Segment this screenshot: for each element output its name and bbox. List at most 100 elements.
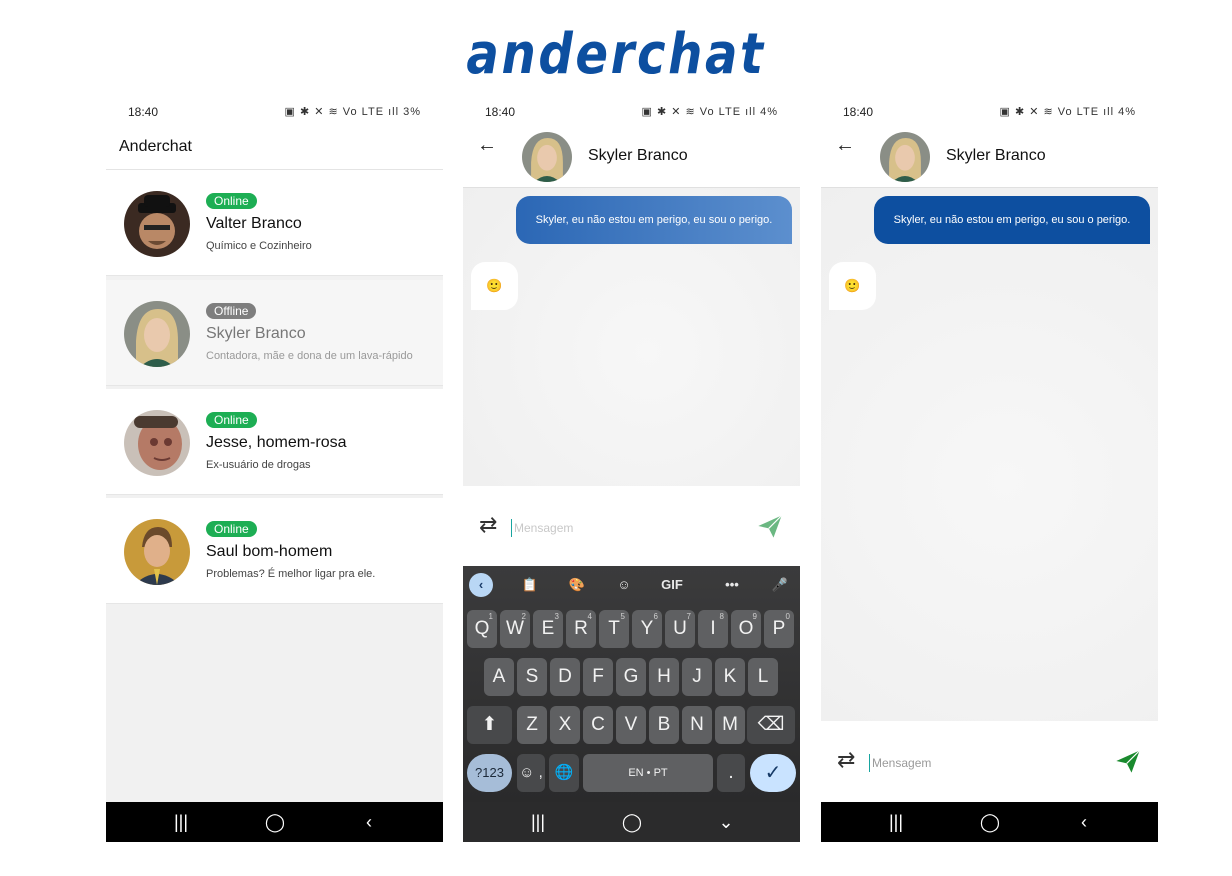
key-w[interactable]: W2	[500, 610, 530, 648]
contact-description: Problemas? É melhor ligar pra ele.	[206, 568, 376, 580]
clipboard-icon[interactable]: 📋	[517, 574, 543, 596]
shift-key[interactable]: ⬆	[467, 706, 512, 744]
key-z[interactable]: Z	[517, 706, 547, 744]
chat-contact-name: Skyler Branco	[946, 147, 1046, 164]
virtual-keyboard: ‹ 📋 🎨 ☺ GIF ••• 🎤 Q1W2E3R4T5Y6U7I8O9P0 A…	[463, 566, 800, 802]
key-n[interactable]: N	[682, 706, 712, 744]
key-i[interactable]: I8	[698, 610, 728, 648]
palette-icon[interactable]: 🎨	[564, 574, 590, 596]
key-l[interactable]: L	[748, 658, 778, 696]
space-key[interactable]: EN • PT	[583, 754, 713, 792]
period-key[interactable]: .	[717, 754, 745, 792]
backspace-key[interactable]: ⌫	[747, 706, 795, 744]
app-bar: Anderchat	[106, 130, 443, 170]
send-icon[interactable]	[756, 512, 784, 540]
message-input[interactable]	[511, 519, 741, 537]
more-icon[interactable]: •••	[719, 574, 745, 596]
key-k[interactable]: K	[715, 658, 745, 696]
key-p[interactable]: P0	[764, 610, 794, 648]
incoming-message: 🙂	[471, 262, 518, 310]
key-number-hint: 4	[587, 612, 592, 621]
contact-valter[interactable]: Online Valter Branco Químico e Cozinheir…	[106, 170, 443, 276]
collapse-toolbar-icon[interactable]: ‹	[469, 573, 493, 597]
gif-button[interactable]: GIF	[659, 574, 685, 596]
contact-name: Jesse, homem-rosa	[206, 434, 347, 451]
back-arrow-icon[interactable]: ←	[477, 134, 497, 157]
key-number-hint: 7	[686, 612, 691, 621]
status-time: 18:40	[128, 105, 159, 119]
sticker-icon[interactable]: ☺	[611, 574, 637, 596]
key-u[interactable]: U7	[665, 610, 695, 648]
key-t[interactable]: T5	[599, 610, 629, 648]
contact-description: Ex-usuário de drogas	[206, 459, 311, 471]
key-number-hint: 9	[752, 612, 757, 621]
key-a[interactable]: A	[484, 658, 514, 696]
contact-skyler[interactable]: Offline Skyler Branco Contadora, mãe e d…	[106, 280, 443, 386]
key-v[interactable]: V	[616, 706, 646, 744]
back-arrow-icon[interactable]: ←	[835, 134, 855, 157]
key-r[interactable]: R4	[566, 610, 596, 648]
status-bar: 18:40 ▣ ✱ ✕ ≋ Vo LTE ıll 4%	[463, 92, 800, 130]
status-icon-group: ▣ ✱ ✕ ≋ Vo LTE ıll	[641, 106, 757, 118]
recents-button[interactable]: |||	[881, 810, 911, 834]
phone-chat: 18:40 ▣ ✱ ✕ ≋ Vo LTE ıll 4% ← Skyler Bra…	[821, 92, 1158, 842]
status-time: 18:40	[843, 105, 874, 119]
status-icons: ▣ ✱ ✕ ≋ Vo LTE ıll 3%	[285, 105, 422, 118]
home-button[interactable]: ◯	[617, 810, 647, 834]
key-f[interactable]: F	[583, 658, 613, 696]
key-x[interactable]: X	[550, 706, 580, 744]
recents-button[interactable]: |||	[166, 810, 196, 834]
key-m[interactable]: M	[715, 706, 745, 744]
anderchat-logo: anderchat	[466, 22, 766, 87]
message-area: Skyler, eu não estou em perigo, eu sou o…	[463, 188, 800, 486]
status-icons: ▣ ✱ ✕ ≋ Vo LTE ıll 4%	[1000, 105, 1137, 118]
key-d[interactable]: D	[550, 658, 580, 696]
key-s[interactable]: S	[517, 658, 547, 696]
key-q[interactable]: Q1	[467, 610, 497, 648]
key-b[interactable]: B	[649, 706, 679, 744]
key-number-hint: 5	[620, 612, 625, 621]
swap-arrows-icon[interactable]: ⇄	[479, 512, 497, 538]
key-e[interactable]: E3	[533, 610, 563, 648]
status-icon-group: ▣ ✱ ✕ ≋ Vo LTE ıll	[284, 106, 400, 118]
key-o[interactable]: O9	[731, 610, 761, 648]
symbols-key[interactable]: ?123	[467, 754, 512, 792]
microphone-icon[interactable]: 🎤	[767, 574, 793, 596]
key-h[interactable]: H	[649, 658, 679, 696]
back-nav-button[interactable]: ‹	[354, 810, 384, 834]
swap-arrows-icon[interactable]: ⇄	[837, 747, 855, 773]
contact-jesse[interactable]: Online Jesse, homem-rosa Ex-usuário de d…	[106, 389, 443, 495]
enter-key[interactable]: ✓	[750, 754, 796, 792]
send-icon[interactable]	[1114, 747, 1142, 775]
app-title: Anderchat	[119, 138, 192, 155]
back-nav-button[interactable]: ‹	[1069, 810, 1099, 834]
avatar	[124, 191, 190, 257]
battery-level: 4%	[1118, 106, 1136, 118]
message-area: Skyler, eu não estou em perigo, eu sou o…	[821, 188, 1158, 721]
home-button[interactable]: ◯	[260, 810, 290, 834]
status-badge: Online	[206, 412, 257, 428]
globe-icon[interactable]: 🌐	[549, 754, 579, 792]
contact-description: Contadora, mãe e dona de um lava-rápido	[206, 350, 413, 362]
key-y[interactable]: Y6	[632, 610, 662, 648]
status-bar: 18:40 ▣ ✱ ✕ ≋ Vo LTE ıll 3%	[106, 92, 443, 130]
home-button[interactable]: ◯	[975, 810, 1005, 834]
contact-saul[interactable]: Online Saul bom-homem Problemas? É melho…	[106, 498, 443, 604]
contact-description: Químico e Cozinheiro	[206, 240, 312, 252]
message-input-bar: ⇄	[463, 486, 800, 566]
key-c[interactable]: C	[583, 706, 613, 744]
outgoing-message: Skyler, eu não estou em perigo, eu sou o…	[874, 196, 1150, 244]
avatar	[124, 301, 190, 367]
incoming-message: 🙂	[829, 262, 876, 310]
recents-button[interactable]: |||	[523, 810, 553, 834]
hide-keyboard-button[interactable]: ⌄	[711, 810, 741, 834]
status-icon-group: ▣ ✱ ✕ ≋ Vo LTE ıll	[999, 106, 1115, 118]
key-j[interactable]: J	[682, 658, 712, 696]
key-number-hint: 8	[719, 612, 724, 621]
key-number-hint: 3	[554, 612, 559, 621]
emoji-comma-key[interactable]: ☺ ,	[517, 754, 545, 792]
key-g[interactable]: G	[616, 658, 646, 696]
android-nav-bar: ||| ◯ ‹	[821, 802, 1158, 842]
message-input[interactable]	[869, 754, 1099, 772]
android-nav-bar: ||| ◯ ⌄	[463, 802, 800, 842]
